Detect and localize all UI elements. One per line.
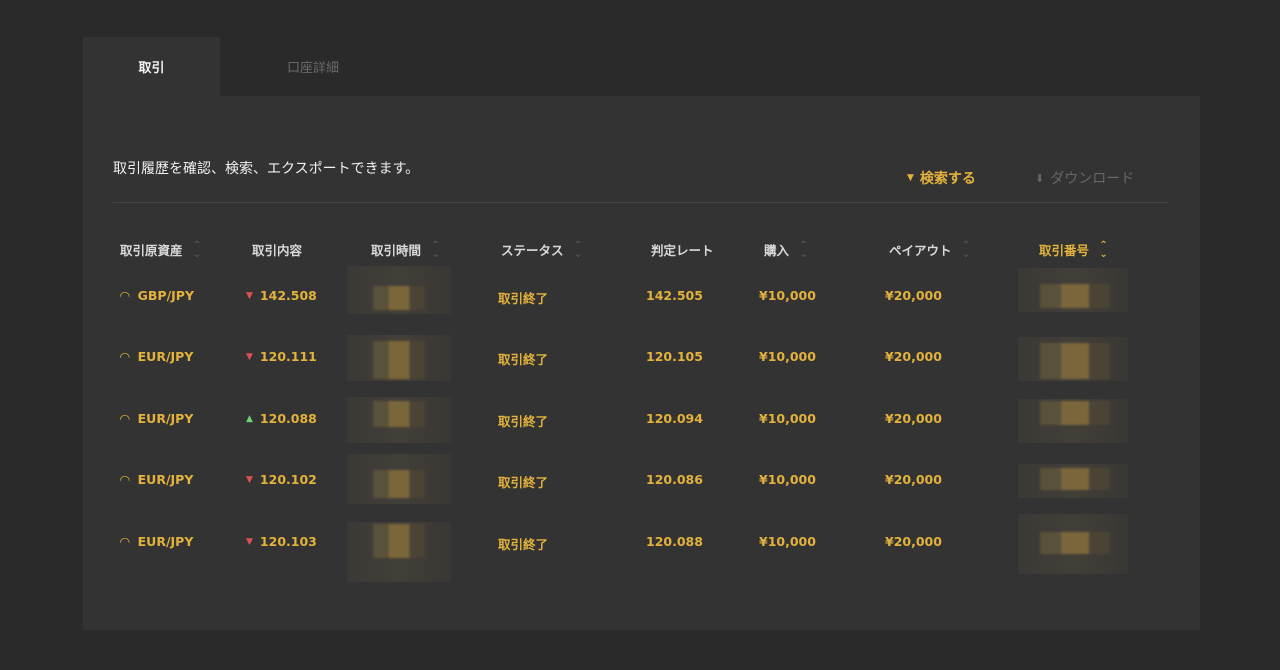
- gauge-icon: ◠: [120, 472, 130, 487]
- buy-cell: ¥10,000: [759, 534, 816, 549]
- redacted-trade-id: [1040, 284, 1110, 308]
- tab-bar: 取引 口座詳細: [83, 37, 1200, 96]
- entry-rate: 120.111: [259, 349, 317, 364]
- trade-history-panel: 取引履歴を確認、検索、エクスポートできます。 ▼ 検索する ⬇ ダウンロード 取…: [83, 96, 1200, 630]
- rate-cell: 120.088: [646, 534, 703, 549]
- sort-icon: ⌃ ⌄: [573, 239, 583, 260]
- redacted-trade-id: [1040, 401, 1110, 425]
- divider: [113, 202, 1168, 203]
- redacted-trade-time: [373, 401, 425, 427]
- download-button-label: ダウンロード: [1050, 171, 1135, 187]
- table-row[interactable]: ◠ EUR/JPY ▼ 120.103 取引終了 120.088 ¥10,000…: [83, 514, 1200, 596]
- trade-cell: ▼ 142.508: [246, 288, 317, 303]
- redacted-trade-time: [373, 524, 425, 558]
- payout-cell: ¥20,000: [885, 411, 942, 426]
- column-header-asset[interactable]: 取引原資産 ⌃ ⌄: [120, 240, 202, 259]
- column-header-label: 判定レート: [651, 243, 714, 258]
- entry-rate: 120.088: [259, 411, 317, 426]
- asset-label: EUR/JPY: [137, 472, 194, 487]
- arrow-down-icon: ▼: [246, 351, 253, 362]
- redacted-trade-time: [373, 286, 425, 310]
- payout-cell: ¥20,000: [885, 349, 942, 364]
- column-header-rate: 判定レート: [651, 240, 714, 259]
- entry-rate: 142.508: [259, 288, 317, 303]
- payout-cell: ¥20,000: [885, 472, 942, 487]
- status-cell: 取引終了: [498, 414, 549, 429]
- rate-cell: 120.105: [646, 349, 703, 364]
- column-header-label: 取引原資産: [120, 243, 183, 258]
- buy-cell: ¥10,000: [759, 472, 816, 487]
- buy-cell: ¥10,000: [759, 349, 816, 364]
- arrow-up-icon: ▲: [246, 413, 253, 424]
- asset-cell: ◠ GBP/JPY: [120, 288, 194, 303]
- redacted-trade-id: [1040, 468, 1110, 490]
- trade-cell: ▲ 120.088: [246, 411, 317, 426]
- search-button-label: 検索する: [919, 171, 976, 187]
- status-cell: 取引終了: [498, 475, 549, 490]
- asset-label: GBP/JPY: [137, 288, 195, 303]
- arrow-down-icon: ▼: [246, 474, 253, 485]
- gauge-icon: ◠: [120, 349, 130, 364]
- asset-label: EUR/JPY: [137, 411, 194, 426]
- payout-cell: ¥20,000: [885, 288, 942, 303]
- asset-label: EUR/JPY: [137, 349, 194, 364]
- column-header-label: ステータス: [501, 243, 564, 258]
- sort-icon: ⌃ ⌄: [1099, 239, 1108, 260]
- gauge-icon: ◠: [120, 411, 130, 426]
- asset-label: EUR/JPY: [137, 534, 194, 549]
- sort-icon: ⌃ ⌄: [799, 239, 808, 260]
- redacted-trade-id: [1040, 532, 1110, 554]
- rate-cell: 120.094: [646, 411, 703, 426]
- redacted-trade-id: [1040, 343, 1110, 379]
- buy-cell: ¥10,000: [759, 288, 816, 303]
- asset-cell: ◠ EUR/JPY: [120, 349, 193, 364]
- trade-cell: ▼ 120.111: [246, 349, 317, 364]
- asset-cell: ◠ EUR/JPY: [120, 472, 193, 487]
- sort-icon: ⌃ ⌄: [961, 239, 971, 260]
- asset-cell: ◠ EUR/JPY: [120, 411, 193, 426]
- payout-cell: ¥20,000: [885, 534, 942, 549]
- status-cell: 取引終了: [498, 537, 549, 552]
- arrow-down-icon: ▼: [246, 290, 253, 301]
- entry-rate: 120.102: [259, 472, 317, 487]
- asset-cell: ◠ EUR/JPY: [120, 534, 193, 549]
- column-header-label: 取引時間: [371, 243, 422, 258]
- panel-description: 取引履歴を確認、検索、エクスポートできます。: [113, 161, 420, 177]
- column-header-label: ペイアウト: [889, 243, 952, 258]
- filter-icon: ▼: [907, 173, 914, 183]
- redacted-trade-time: [373, 341, 425, 379]
- column-header-status[interactable]: ステータス ⌃ ⌄: [501, 240, 583, 259]
- column-header-trade-id[interactable]: 取引番号 ⌃ ⌄: [1039, 240, 1108, 259]
- column-header-buy[interactable]: 購入 ⌃ ⌄: [764, 240, 808, 259]
- status-cell: 取引終了: [498, 352, 549, 367]
- download-button[interactable]: ⬇ ダウンロード: [1035, 168, 1134, 188]
- sort-icon: ⌃ ⌄: [431, 239, 440, 260]
- gauge-icon: ◠: [120, 288, 130, 303]
- column-header-time[interactable]: 取引時間 ⌃ ⌄: [371, 240, 440, 259]
- search-button[interactable]: ▼ 検索する: [907, 168, 976, 188]
- download-icon: ⬇: [1035, 171, 1045, 185]
- buy-cell: ¥10,000: [759, 411, 816, 426]
- redacted-trade-time: [373, 470, 425, 498]
- column-header-trade: 取引内容: [252, 240, 302, 259]
- trade-cell: ▼ 120.102: [246, 472, 317, 487]
- column-header-label: 購入: [764, 243, 790, 258]
- status-cell: 取引終了: [498, 291, 549, 306]
- column-header-label: 取引番号: [1039, 243, 1090, 258]
- trade-cell: ▼ 120.103: [246, 534, 317, 549]
- entry-rate: 120.103: [259, 534, 317, 549]
- gauge-icon: ◠: [120, 534, 130, 549]
- sort-icon: ⌃ ⌄: [192, 239, 202, 260]
- tab-account-details[interactable]: 口座詳細: [220, 37, 406, 96]
- rate-cell: 120.086: [646, 472, 703, 487]
- tab-trades[interactable]: 取引: [83, 37, 220, 96]
- column-header-label: 取引内容: [252, 243, 303, 258]
- column-header-payout[interactable]: ペイアウト ⌃ ⌄: [889, 240, 971, 259]
- rate-cell: 142.505: [646, 288, 703, 303]
- arrow-down-icon: ▼: [246, 536, 253, 547]
